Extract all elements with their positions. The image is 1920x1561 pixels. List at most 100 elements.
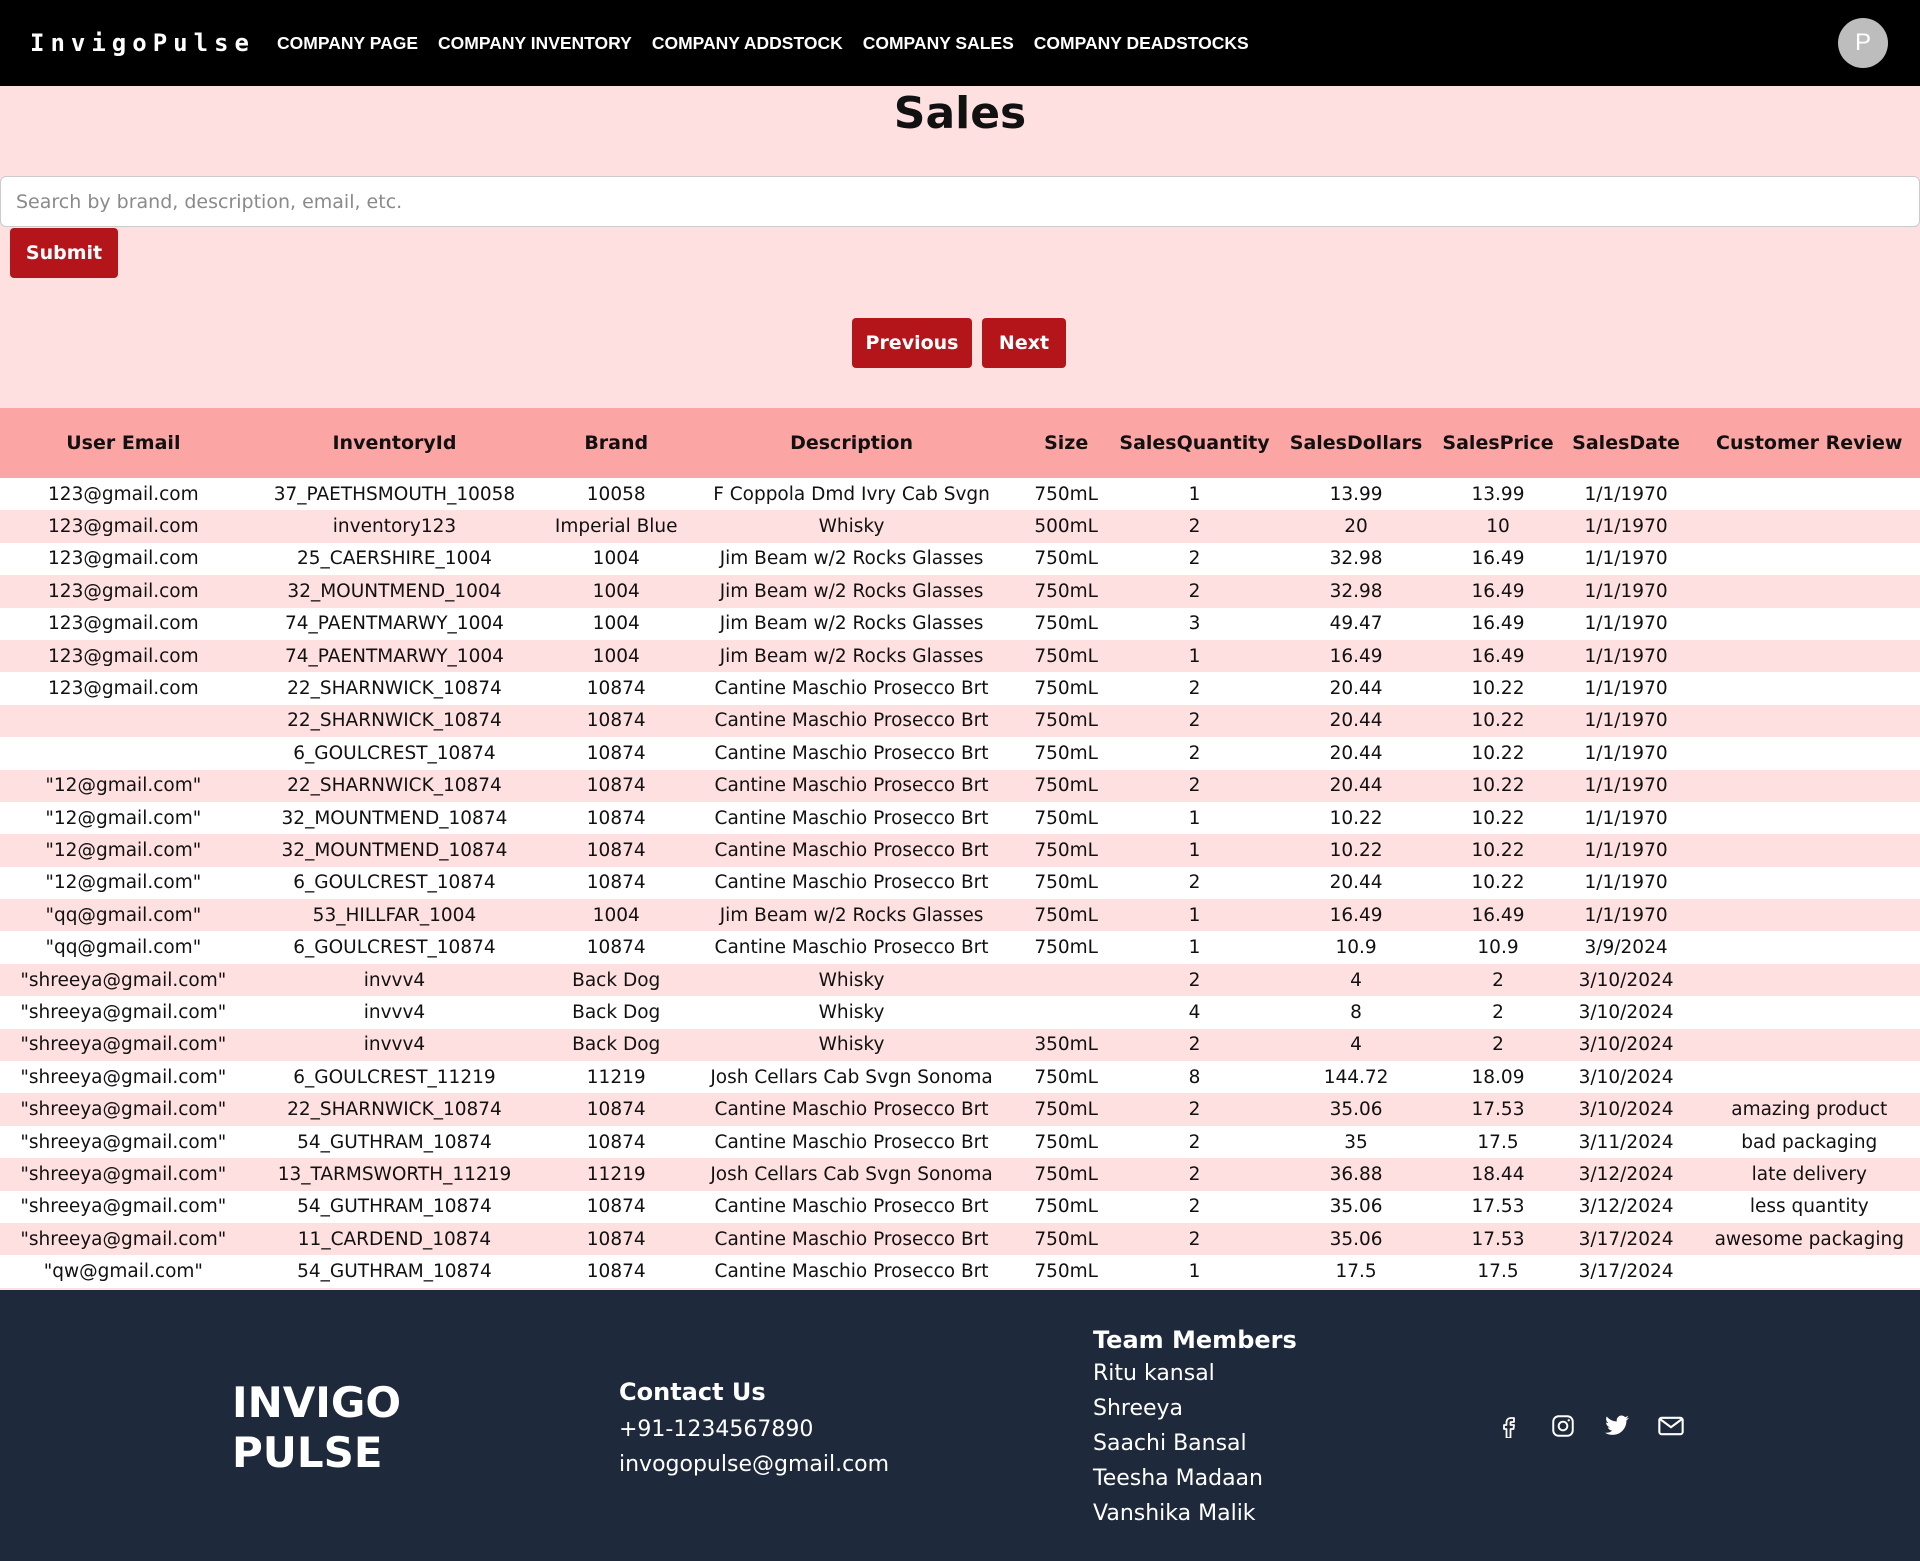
column-header-sales-dollars: SalesDollars (1269, 408, 1443, 478)
mail-icon[interactable] (1657, 1412, 1685, 1440)
next-button[interactable]: Next (982, 318, 1066, 368)
brand-logo[interactable]: InvigoPulse (30, 29, 277, 57)
cell-customer-review (1699, 478, 1920, 510)
cell-description: Cantine Maschio Prosecco Brt (714, 678, 989, 700)
search-input[interactable] (0, 176, 1920, 227)
table-row: 123@gmail.com 22_SHARNWICK_10874 10874 Cant… (0, 672, 1920, 705)
pagination: Previous Next (852, 318, 1066, 368)
cell-inventory-id: 6_GOULCREST_10874 (293, 872, 496, 894)
cell-sales-date: 3/10/2024 (1578, 1001, 1674, 1023)
cell-inventory-id: 54_GUTHRAM_10874 (297, 1261, 492, 1283)
nav-link-company-sales[interactable]: COMPANY SALES (863, 33, 1014, 54)
cell-sales-dollars: 36.88 (1329, 1163, 1383, 1185)
cell-user-email: 123@gmail.com (48, 678, 199, 700)
facebook-icon[interactable] (1495, 1412, 1523, 1440)
cell-sales-price: 16.49 (1471, 613, 1525, 635)
cell-user-email: "shreeya@gmail.com" (20, 1034, 227, 1056)
cell-customer-review (1699, 575, 1920, 607)
cell-sales-quantity: 2 (1188, 516, 1201, 538)
table-row: "12@gmail.com" 22_SHARNWICK_10874 10874 Can… (0, 769, 1920, 802)
cell-description: Cantine Maschio Prosecco Brt (714, 1261, 989, 1283)
cell-user-email: 123@gmail.com (48, 483, 199, 505)
cell-inventory-id: 6_GOULCREST_10874 (293, 742, 496, 764)
cell-sales-dollars: 20.44 (1329, 710, 1383, 732)
previous-button[interactable]: Previous (852, 318, 972, 368)
cell-sales-quantity: 2 (1188, 1196, 1201, 1218)
cell-sales-dollars: 20.44 (1329, 872, 1383, 894)
cell-inventory-id: invvv4 (363, 969, 426, 991)
instagram-icon[interactable] (1549, 1412, 1577, 1440)
page-title: Sales (893, 88, 1027, 139)
cell-sales-date: 1/1/1970 (1584, 904, 1668, 926)
table-row: 123@gmail.com 25_CAERSHIRE_1004 1004 Jim Be… (0, 542, 1920, 576)
table-row: 123@gmail.com 32_MOUNTMEND_1004 1004 Jim Be… (0, 575, 1920, 608)
cell-brand: 10874 (586, 839, 646, 861)
cell-customer-review (1699, 705, 1920, 737)
cell-size (1013, 964, 1120, 996)
cell-size: 750mL (1034, 580, 1098, 602)
cell-user-email: "shreeya@gmail.com" (20, 969, 227, 991)
column-header-size: Size (1012, 408, 1120, 478)
nav-links: COMPANY PAGE COMPANY INVENTORY COMPANY A… (277, 33, 1269, 54)
table-row: 123@gmail.com 74_PAENTMARWY_1004 1004 Jim B… (0, 607, 1920, 640)
cell-user-email: "shreeya@gmail.com" (20, 1196, 227, 1218)
cell-size: 750mL (1034, 710, 1098, 732)
cell-sales-dollars: 10.9 (1335, 937, 1377, 959)
cell-sales-quantity: 1 (1188, 904, 1201, 926)
cell-sales-price: 17.53 (1471, 1099, 1525, 1121)
cell-description: Cantine Maschio Prosecco Brt (714, 839, 989, 861)
contact-email[interactable]: invogopulse@gmail.com (619, 1447, 889, 1482)
cell-sales-quantity: 2 (1188, 1034, 1201, 1056)
table-row: "12@gmail.com" 6_GOULCREST_10874 10874 Cant… (0, 866, 1920, 900)
submit-button[interactable]: Submit (10, 228, 118, 278)
cell-description: Cantine Maschio Prosecco Brt (714, 807, 989, 829)
cell-description: Cantine Maschio Prosecco Brt (714, 1228, 989, 1250)
cell-sales-quantity: 2 (1188, 742, 1201, 764)
cell-inventory-id: 32_MOUNTMEND_1004 (287, 580, 502, 602)
cell-user-email: "12@gmail.com" (45, 872, 202, 894)
cell-sales-price: 10.22 (1471, 807, 1525, 829)
cell-sales-date: 1/1/1970 (1584, 580, 1668, 602)
cell-customer-review (1699, 737, 1920, 769)
cell-sales-quantity: 2 (1188, 548, 1201, 570)
cell-description: Cantine Maschio Prosecco Brt (714, 775, 989, 797)
nav-link-company-inventory[interactable]: COMPANY INVENTORY (438, 33, 632, 54)
twitter-icon[interactable] (1603, 1412, 1631, 1440)
cell-customer-review (1699, 1029, 1920, 1061)
table-row: "shreeya@gmail.com" invvv4 Back Dog Whisky 2… (0, 963, 1920, 997)
cell-customer-review (1699, 899, 1920, 931)
table-row: 22_SHARNWICK_10874 10874 Cantine Maschio P… (0, 704, 1920, 738)
team-heading: Team Members (1093, 1326, 1297, 1354)
footer: INVIGO PULSE Contact Us +91-1234567890 i… (0, 1290, 1920, 1561)
cell-sales-price: 18.44 (1471, 1163, 1525, 1185)
cell-sales-quantity: 1 (1188, 807, 1201, 829)
cell-size: 750mL (1034, 645, 1098, 667)
cell-sales-price: 18.09 (1471, 1066, 1525, 1088)
nav-link-company-addstock[interactable]: COMPANY ADDSTOCK (652, 33, 843, 54)
cell-brand: 10874 (586, 937, 646, 959)
sales-table: User Email InventoryId Brand Description Siz… (0, 408, 1920, 1288)
table-row: "shreeya@gmail.com" 11_CARDEND_10874 10874… (0, 1222, 1920, 1256)
cell-sales-quantity: 2 (1188, 1099, 1201, 1121)
cell-sales-dollars: 4 (1350, 969, 1362, 991)
cell-sales-quantity: 1 (1188, 645, 1201, 667)
contact-section: Contact Us +91-1234567890 invogopulse@gm… (619, 1378, 889, 1482)
cell-description: Cantine Maschio Prosecco Brt (714, 1099, 989, 1121)
cell-sales-date: 1/1/1970 (1584, 548, 1668, 570)
team-member: Saachi Bansal (1093, 1431, 1247, 1456)
cell-user-email: "qq@gmail.com" (45, 937, 202, 959)
cell-sales-dollars: 20 (1344, 516, 1368, 538)
cell-sales-quantity: 2 (1188, 872, 1201, 894)
table-row: "qw@gmail.com" 54_GUTHRAM_10874 10874 Canti… (0, 1255, 1920, 1288)
cell-inventory-id: 25_CAERSHIRE_1004 (297, 548, 492, 570)
cell-sales-dollars: 20.44 (1329, 775, 1383, 797)
nav-link-company-deadstocks[interactable]: COMPANY DEADSTOCKS (1034, 33, 1249, 54)
cell-sales-date: 3/10/2024 (1578, 1066, 1674, 1088)
cell-customer-review (1699, 867, 1920, 899)
nav-link-company-page[interactable]: COMPANY PAGE (277, 33, 418, 54)
cell-customer-review (1699, 510, 1920, 542)
cell-customer-review (1699, 543, 1920, 575)
cell-sales-dollars: 35.06 (1329, 1196, 1383, 1218)
cell-inventory-id: 13_TARMSWORTH_11219 (277, 1163, 512, 1185)
avatar[interactable]: P (1838, 18, 1888, 68)
